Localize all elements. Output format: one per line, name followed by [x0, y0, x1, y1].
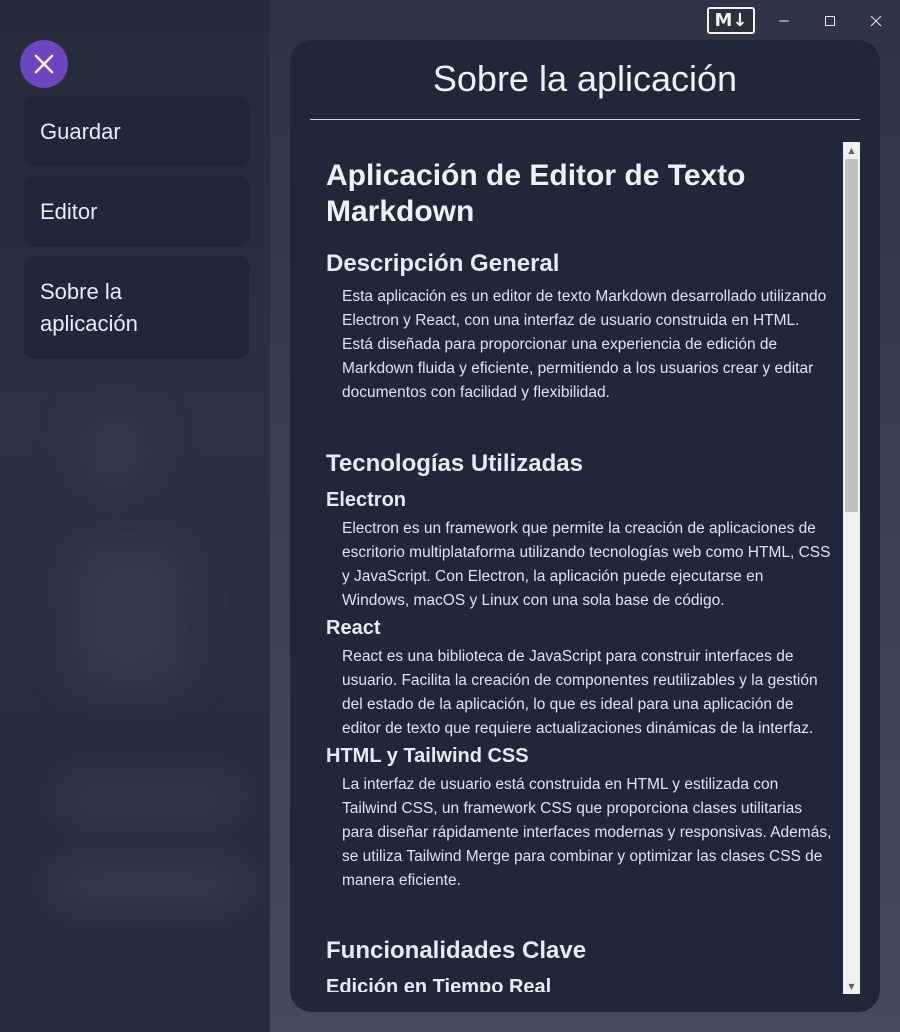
section-paragraph: Esta aplicación es un editor de texto Ma…: [342, 288, 827, 401]
close-icon: [34, 54, 54, 74]
blurred-background: [80, 410, 150, 490]
app-logo: M↓: [707, 7, 755, 34]
about-panel: Sobre la aplicación Aplicación de Editor…: [290, 40, 880, 1012]
subsection-paragraph: La interfaz de usuario está construida e…: [342, 776, 832, 889]
subsection-paragraph: React es una biblioteca de JavaScript pa…: [342, 648, 818, 737]
markdown-content[interactable]: Aplicación de Editor de Texto Markdown D…: [326, 140, 836, 992]
page-title: Sobre la aplicación: [432, 58, 738, 99]
subsection-paragraph: Electron es un framework que permite la …: [342, 520, 831, 609]
subsection-heading: Edición en Tiempo Real: [326, 976, 552, 992]
subsection-heading: Electron: [326, 489, 407, 511]
sidebar-item-label: Sobre la aplicación: [40, 278, 138, 336]
subsection-heading: React: [326, 617, 381, 639]
doc-heading: Aplicación de Editor de Texto Markdown: [326, 159, 746, 228]
scrollbar-thumb[interactable]: [845, 159, 858, 512]
sidebar-item-sobre-la-aplicacion[interactable]: Sobre la aplicación: [24, 256, 249, 359]
minimize-icon: [779, 20, 789, 22]
subsection-heading: HTML y Tailwind CSS: [326, 745, 529, 767]
sidebar-item-label: Guardar: [40, 118, 121, 144]
close-menu-button[interactable]: [20, 40, 68, 88]
window-close-button[interactable]: [863, 8, 889, 34]
maximize-button[interactable]: [817, 8, 843, 34]
blurred-background: [70, 540, 190, 690]
minimize-button[interactable]: [771, 8, 797, 34]
section-heading: Descripción General: [326, 250, 560, 277]
blurred-background: [50, 860, 250, 910]
scroll-up-arrow-icon[interactable]: ▲: [843, 142, 860, 158]
sidebar-item-editor[interactable]: Editor: [24, 176, 249, 247]
sidebar-item-guardar[interactable]: Guardar: [24, 96, 249, 167]
section-heading: Funcionalidades Clave: [326, 937, 587, 964]
sidebar-item-label: Editor: [40, 198, 98, 224]
sidebar: Guardar Editor Sobre la aplicación: [0, 0, 270, 1032]
maximize-icon: [825, 16, 835, 26]
blurred-background: [60, 780, 240, 820]
title-divider: [310, 119, 860, 120]
scroll-down-arrow-icon[interactable]: ▼: [843, 978, 860, 994]
section-heading: Tecnologías Utilizadas: [326, 450, 583, 477]
close-icon: [870, 15, 882, 27]
app-logo-text: M↓: [714, 10, 748, 31]
content-scrollbar[interactable]: ▲ ▼: [843, 142, 860, 994]
